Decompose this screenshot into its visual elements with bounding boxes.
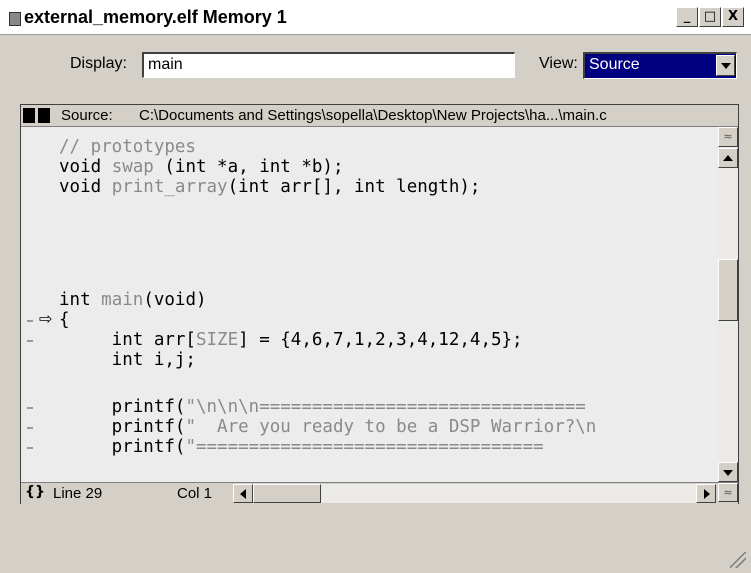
memory-window: external_memory.elf Memory 1 _ □ X Displ… [0, 0, 751, 573]
code-line: printf("================================… [59, 437, 544, 457]
scroll-left-button[interactable] [233, 484, 253, 503]
chevron-down-icon[interactable] [716, 55, 735, 76]
breakpoint-marker[interactable] [27, 340, 33, 342]
horizontal-scrollbar[interactable] [233, 484, 716, 503]
maximize-button[interactable]: □ [699, 7, 721, 27]
source-path: C:\Documents and Settings\sopella\Deskto… [139, 107, 607, 124]
breakpoint-marker[interactable] [27, 320, 33, 322]
code-line: void print_array(int arr[], int length); [59, 177, 481, 197]
breakpoint-marker[interactable] [27, 427, 33, 429]
code-view[interactable]: // prototypes void swap (int *a, int *b)… [21, 127, 718, 482]
status-line: Line 29 [53, 485, 103, 502]
page-down-icon[interactable]: ≈ [718, 483, 738, 502]
scroll-right-button[interactable] [696, 484, 716, 503]
view-label: View: [539, 55, 578, 72]
source-editor: Source: C:\Documents and Settings\sopell… [20, 104, 739, 504]
minimize-button[interactable]: _ [676, 7, 698, 27]
window-icon [9, 12, 21, 26]
breakpoint-marker[interactable] [27, 407, 33, 409]
page-up-icon[interactable]: ≈ [718, 127, 738, 147]
code-line: // prototypes [59, 137, 196, 157]
code-line: printf("\n\n\n==========================… [59, 397, 586, 417]
display-input[interactable]: main [142, 52, 515, 78]
display-label: Display: [70, 55, 127, 72]
window-title: external_memory.elf Memory 1 [24, 7, 287, 27]
code-line: void swap (int *a, int *b); [59, 157, 344, 177]
view-select[interactable]: Source [583, 52, 737, 79]
horizontal-scroll-thumb[interactable] [253, 484, 321, 503]
breakpoint-marker[interactable] [27, 447, 33, 449]
source-bar: Source: C:\Documents and Settings\sopell… [21, 105, 738, 127]
code-line: int arr[SIZE] = {4,6,7,1,2,3,4,12,4,5}; [59, 330, 523, 350]
status-col: Col 1 [177, 485, 213, 502]
status-bar: {} Line 29 Col 1 ≈ [21, 482, 738, 504]
title-bar[interactable]: external_memory.elf Memory 1 _ □ X [0, 0, 751, 35]
code-line: int i,j; [59, 350, 196, 370]
resize-grip-icon[interactable] [730, 552, 746, 568]
source-mode-icon[interactable] [23, 108, 53, 123]
scroll-up-button[interactable] [718, 148, 738, 168]
scroll-down-button[interactable] [718, 462, 738, 482]
vertical-scroll-thumb[interactable] [718, 259, 738, 321]
braces-icon[interactable]: {} [25, 484, 45, 500]
source-label: Source: [61, 107, 113, 124]
code-line: { [59, 310, 70, 330]
view-select-value: Source [589, 56, 640, 73]
current-line-arrow-icon: ⇨ [39, 309, 53, 328]
code-line: printf(" Are you ready to be a DSP Warri… [59, 417, 597, 437]
code-line: int main(void) [59, 290, 207, 310]
vertical-scrollbar[interactable]: ≈ [718, 127, 738, 482]
close-button[interactable]: X [722, 7, 744, 27]
